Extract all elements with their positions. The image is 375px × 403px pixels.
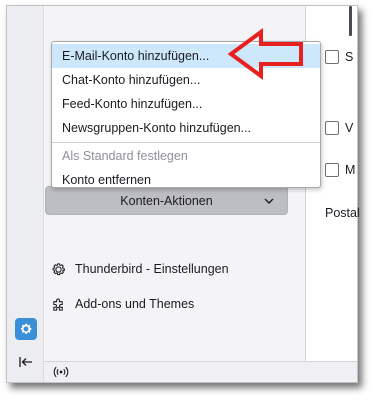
- menu-item-set-default: Als Standard festlegen: [62, 149, 188, 163]
- wireless-icon: [53, 366, 69, 378]
- settings-space-button[interactable]: [15, 318, 37, 340]
- menu-item-add-newsgroup-account[interactable]: Newsgruppen-Konto hinzufügen...: [52, 116, 320, 140]
- collapse-left-icon: [19, 357, 32, 367]
- gear-icon: [20, 323, 32, 334]
- addons-link[interactable]: Add-ons und Themes: [50, 294, 194, 314]
- puzzle-icon: [50, 296, 66, 312]
- chevron-down-icon: [264, 198, 274, 204]
- postal-label: Postal: [325, 206, 360, 220]
- annotation-arrow-icon: [227, 28, 303, 80]
- window-edge-control: [349, 6, 352, 36]
- spaces-toolbar: [7, 6, 44, 382]
- menu-separator: [52, 142, 320, 143]
- checkbox-3[interactable]: [325, 163, 339, 177]
- checkbox-2-label: V: [345, 121, 354, 135]
- gear-icon: [50, 261, 66, 277]
- status-bar: [44, 361, 357, 382]
- checkbox-2[interactable]: [325, 121, 339, 135]
- settings-link-label: Thunderbird - Einstellungen: [75, 262, 229, 276]
- checkbox-1[interactable]: [325, 50, 339, 64]
- addons-link-label: Add-ons und Themes: [75, 297, 195, 311]
- online-status-button[interactable]: [52, 365, 70, 379]
- checkbox-1-label: S: [345, 50, 354, 64]
- settings-link[interactable]: Thunderbird - Einstellungen: [50, 259, 229, 279]
- account-actions-label: Konten-Aktionen: [120, 193, 213, 208]
- collapse-spaces-button[interactable]: [17, 353, 35, 371]
- menu-item-add-feed-account[interactable]: Feed-Konto hinzufügen...: [52, 92, 320, 116]
- checkbox-3-label: M: [345, 163, 356, 177]
- menu-item-remove-account[interactable]: Konto entfernen: [52, 168, 320, 192]
